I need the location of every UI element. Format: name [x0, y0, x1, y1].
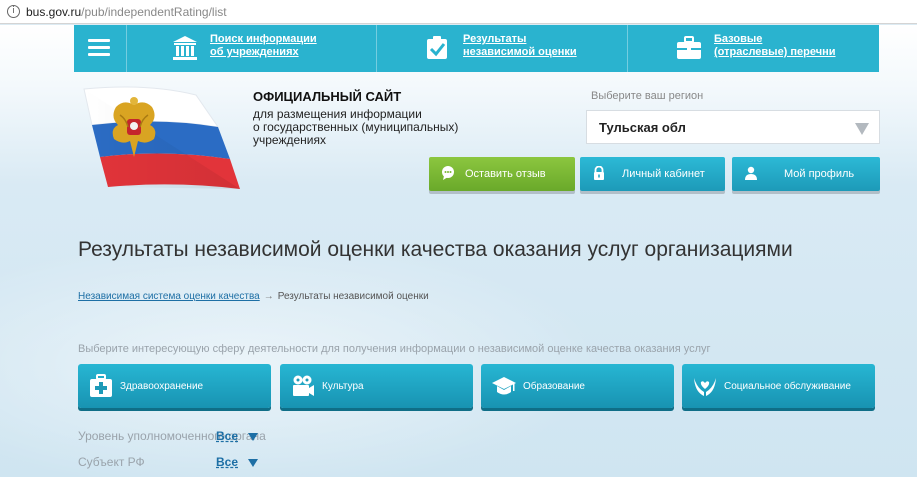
- briefcase-icon: [677, 36, 701, 59]
- address-url[interactable]: bus.gov.ru/pub/independentRating/list: [26, 5, 227, 19]
- my-profile-button[interactable]: Мой профиль: [732, 157, 880, 191]
- url-path: /pub/independentRating/list: [81, 5, 227, 19]
- nav-divider: [376, 25, 377, 72]
- sphere-social-label: Социальное обслуживание: [724, 381, 851, 392]
- graduation-cap-icon: [492, 377, 516, 395]
- user-icon: [745, 166, 757, 180]
- nav-item-independent-rating[interactable]: Результаты независимой оценки: [425, 33, 625, 67]
- sphere-culture-button[interactable]: Культура: [280, 364, 473, 408]
- page-title: Результаты независимой оценки качества о…: [78, 238, 793, 261]
- nav-label-search[interactable]: Поиск информации об учреждениях: [210, 33, 360, 59]
- filter-label-subject: Субъект РФ: [78, 455, 145, 469]
- sphere-healthcare-button[interactable]: Здравоохранение: [78, 364, 271, 408]
- leave-feedback-button[interactable]: Оставить отзыв: [429, 157, 575, 191]
- region-selected-value: Тульская обл: [599, 120, 686, 135]
- sphere-social-services-button[interactable]: Социальное обслуживание: [682, 364, 875, 408]
- speech-bubble-icon: [442, 166, 454, 180]
- breadcrumb-arrow-icon: →: [263, 291, 274, 302]
- russian-flag-emblem: [83, 86, 240, 189]
- my-profile-label: Мой профиль: [784, 168, 855, 180]
- authority-level-dropdown-icon[interactable]: [248, 433, 258, 441]
- hamburger-icon[interactable]: [88, 39, 110, 57]
- sphere-hint: Выберите интересующую сферу деятельности…: [78, 343, 711, 355]
- sphere-healthcare-label: Здравоохранение: [120, 381, 204, 392]
- film-camera-icon: [293, 375, 314, 396]
- personal-cabinet-button[interactable]: Личный кабинет: [580, 157, 725, 191]
- subject-dropdown-icon[interactable]: [248, 459, 258, 467]
- nav-item-base-lists[interactable]: Базовые (отраслевые) перечни: [676, 33, 876, 67]
- top-navigation: Поиск информации об учреждениях Результат…: [74, 25, 879, 72]
- sphere-education-button[interactable]: Образование: [481, 364, 674, 408]
- lock-icon: [594, 166, 604, 180]
- url-host: bus.gov.ru: [26, 5, 82, 19]
- breadcrumb-link-nosk[interactable]: Независимая система оценки качества: [78, 291, 260, 302]
- nav-item-search-institutions[interactable]: Поиск информации об учреждениях: [172, 33, 372, 67]
- info-icon[interactable]: i: [7, 5, 20, 18]
- building-icon: [173, 36, 197, 60]
- checkbox-icon: [427, 36, 447, 59]
- personal-cabinet-label: Личный кабинет: [622, 168, 705, 180]
- sphere-culture-label: Культура: [322, 381, 364, 392]
- sphere-education-label: Образование: [523, 381, 585, 392]
- browser-address-bar[interactable]: i bus.gov.ru/pub/independentRating/list: [0, 0, 917, 24]
- nav-label-base[interactable]: Базовые (отраслевые) перечни: [714, 33, 864, 59]
- nav-divider: [126, 25, 127, 72]
- dropdown-arrow-icon: [855, 123, 869, 135]
- leave-feedback-label: Оставить отзыв: [465, 168, 546, 180]
- region-select[interactable]: Тульская обл: [586, 110, 880, 144]
- site-description: для размещения информации о государствен…: [253, 107, 459, 147]
- site-title: ОФИЦИАЛЬНЫЙ САЙТ: [253, 89, 402, 104]
- nav-label-results[interactable]: Результаты независимой оценки: [463, 33, 613, 59]
- nav-divider: [627, 25, 628, 72]
- page: Поиск информации об учреждениях Результат…: [0, 25, 917, 477]
- region-label: Выберите ваш регион: [591, 90, 704, 102]
- filter-authority-level-select[interactable]: Все: [216, 429, 238, 443]
- breadcrumb-current: Результаты независимой оценки: [277, 291, 429, 302]
- caring-hands-icon: [694, 378, 716, 396]
- filter-subject-select[interactable]: Все: [216, 455, 238, 469]
- breadcrumb: Независимая система оценки качества → Резу…: [78, 291, 429, 302]
- medical-kit-icon: [90, 374, 112, 397]
